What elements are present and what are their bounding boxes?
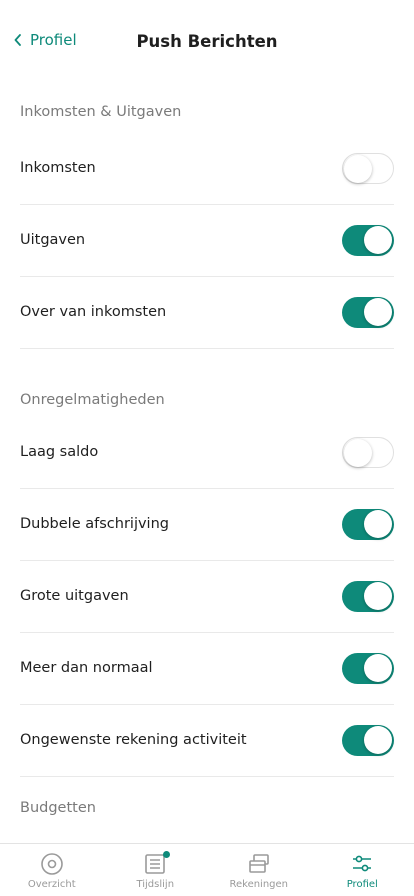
tab-label: Profiel	[346, 879, 378, 890]
toggle-laag-saldo[interactable]	[342, 436, 394, 468]
setting-label: Inkomsten	[20, 160, 96, 176]
setting-label: Meer dan normaal	[20, 660, 153, 676]
setting-label: Uitgaven	[20, 232, 86, 248]
setting-row-ongewenste-rekening-activiteit: Ongewenste rekening activiteit	[20, 704, 394, 777]
setting-label: Laag saldo	[20, 444, 99, 460]
section-title-inkomsten-uitgaven: Inkomsten & Uitgaven	[20, 104, 182, 120]
toggle-knob	[364, 654, 392, 682]
toggle-knob	[344, 154, 372, 183]
toggle-knob	[344, 438, 372, 467]
toggle-knob	[364, 510, 392, 538]
setting-label: Over van inkomsten	[20, 304, 167, 320]
setting-row-over-van-inkomsten: Over van inkomsten	[20, 276, 394, 349]
toggle-ongewenste-rekening-activiteit[interactable]	[342, 724, 394, 756]
header-bar: Profiel Push Berichten	[0, 0, 414, 84]
tab-overzicht[interactable]: Overzicht	[0, 844, 104, 896]
setting-label: Ongewenste rekening activiteit	[20, 732, 247, 748]
toggle-grote-uitgaven[interactable]	[342, 580, 394, 612]
setting-row-inkomsten: Inkomsten	[20, 132, 394, 205]
setting-label: Dubbele afschrijving	[20, 516, 169, 532]
toggle-knob	[364, 726, 392, 754]
toggle-over-van-inkomsten[interactable]	[342, 296, 394, 328]
section-title-budgetten: Budgetten	[20, 800, 96, 816]
tab-tijdslijn[interactable]: Tijdslijn	[104, 844, 208, 896]
notification-dot	[162, 851, 170, 858]
toggle-dubbele-afschrijving[interactable]	[342, 508, 394, 540]
tab-label: Tijdslijn	[136, 879, 175, 890]
profile-sliders-icon	[353, 855, 372, 872]
accounts-icon	[248, 854, 269, 873]
toggle-inkomsten[interactable]	[342, 152, 394, 184]
setting-row-dubbele-afschrijving: Dubbele afschrijving	[20, 488, 394, 561]
tab-label: Rekeningen	[229, 879, 289, 890]
bottom-tab-bar: Overzicht Tijdslijn Rekeningen Profiel	[0, 843, 414, 896]
toggle-knob	[364, 226, 392, 254]
tab-rekeningen[interactable]: Rekeningen	[207, 844, 311, 896]
toggle-knob	[364, 582, 392, 610]
setting-row-laag-saldo: Laag saldo	[20, 416, 394, 489]
section-title-onregelmatigheden: Onregelmatigheden	[20, 392, 165, 408]
tab-profiel[interactable]: Profiel	[311, 844, 414, 896]
setting-label: Grote uitgaven	[20, 588, 129, 604]
tab-label: Overzicht	[27, 879, 76, 890]
overview-icon	[40, 853, 63, 875]
toggle-knob	[364, 298, 392, 326]
setting-row-uitgaven: Uitgaven	[20, 204, 394, 277]
setting-row-meer-dan-normaal: Meer dan normaal	[20, 632, 394, 705]
toggle-uitgaven[interactable]	[342, 224, 394, 256]
toggle-meer-dan-normaal[interactable]	[342, 652, 394, 684]
setting-row-grote-uitgaven: Grote uitgaven	[20, 560, 394, 633]
page-title: Push Berichten	[136, 32, 278, 51]
